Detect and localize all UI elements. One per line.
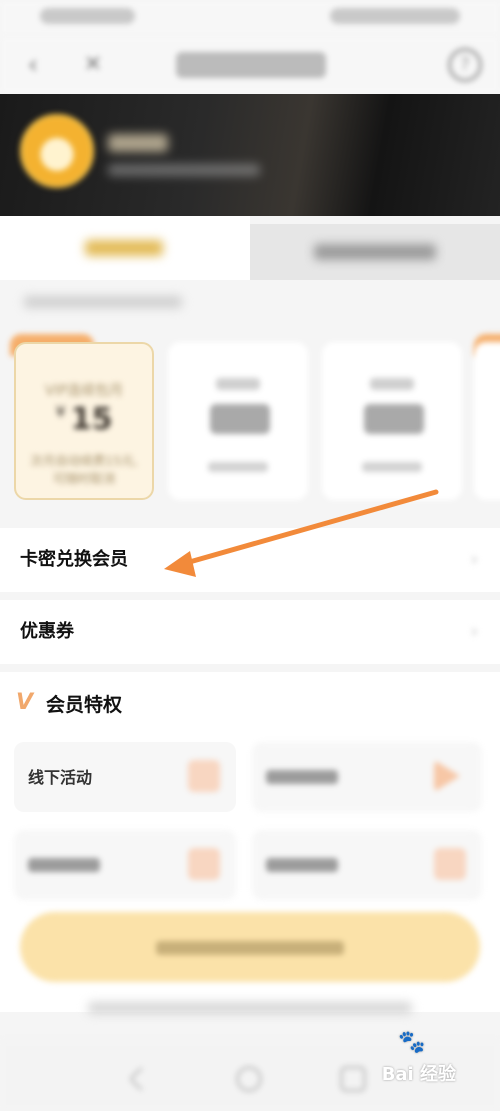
plan-hint-text xyxy=(24,296,182,308)
page-title xyxy=(176,52,326,78)
plan-price: ¥ 15 xyxy=(16,402,152,437)
recent-apps-icon[interactable] xyxy=(340,1066,366,1092)
calendar-icon xyxy=(434,848,466,880)
coupon-label: 优惠券 xyxy=(20,621,74,642)
plan-cards: VIP连续包月 ¥ 15 次月自动续费15元, 可随时取消 xyxy=(0,334,500,514)
status-time xyxy=(40,8,135,24)
plan-note-line2: 可随时取消 xyxy=(52,471,116,486)
home-nav-icon[interactable] xyxy=(236,1066,262,1092)
status-icons xyxy=(330,8,460,24)
privileges-title: 会员特权 xyxy=(46,694,123,716)
tab-other-membership[interactable] xyxy=(250,224,500,280)
price-amount: 15 xyxy=(70,402,113,437)
tab-vip[interactable] xyxy=(0,216,250,280)
plan-note: 次月自动续费15元, 可随时取消 xyxy=(22,452,146,488)
purchase-button[interactable] xyxy=(20,912,480,982)
purchase-button-label xyxy=(156,941,344,955)
plan-2-title xyxy=(216,378,260,390)
watermark: Bai 经验 xyxy=(381,1064,456,1085)
chevron-right-icon: › xyxy=(470,621,478,642)
privilege-offline-events[interactable]: 线下活动 xyxy=(14,742,236,812)
privilege-tile-4[interactable] xyxy=(252,830,482,900)
plan-title: VIP连续包月 xyxy=(44,383,124,399)
plan-3-price xyxy=(364,404,424,434)
profile-banner xyxy=(0,94,500,216)
privilege-tile-2[interactable] xyxy=(252,742,482,812)
card-redeem-row[interactable]: 卡密兑换会员 › xyxy=(0,528,500,592)
price-currency: ¥ xyxy=(55,402,66,421)
nav-bar: ‹ ✕ ? xyxy=(0,36,500,94)
privilege-label-placeholder xyxy=(266,858,338,872)
plan-card-2[interactable] xyxy=(168,342,308,500)
gift-icon xyxy=(188,848,220,880)
privilege-label: 线下活动 xyxy=(28,768,93,787)
user-subtitle xyxy=(108,164,260,176)
plan-2-price xyxy=(210,404,270,434)
plan-note-line1: 次月自动续费15元, xyxy=(30,453,138,468)
privilege-label-placeholder xyxy=(266,770,338,784)
privilege-tile-3[interactable] xyxy=(14,830,236,900)
membership-tabs xyxy=(0,216,500,280)
avatar[interactable] xyxy=(20,114,94,188)
play-icon xyxy=(434,760,460,792)
plan-2-note xyxy=(208,462,268,472)
plan-3-note xyxy=(362,462,422,472)
paw-icon: 🐾 xyxy=(398,1030,426,1055)
coupon-row[interactable]: 优惠券 › xyxy=(0,600,500,664)
agreement-text[interactable] xyxy=(88,1002,412,1014)
calendar-icon xyxy=(188,760,220,792)
status-bar xyxy=(0,0,500,36)
tab-other-label xyxy=(314,244,436,260)
plan-3-title xyxy=(370,378,414,390)
card-redeem-label: 卡密兑换会员 xyxy=(20,549,128,570)
plan-card-4[interactable] xyxy=(474,342,500,500)
plan-card-3[interactable] xyxy=(322,342,462,500)
privilege-label-placeholder xyxy=(28,858,100,872)
back-nav-icon[interactable] xyxy=(128,1066,154,1092)
vip-logo-icon: V xyxy=(16,690,34,715)
plan-card-monthly[interactable]: VIP连续包月 ¥ 15 次月自动续费15元, 可随时取消 xyxy=(14,342,154,500)
help-icon[interactable]: ? xyxy=(448,48,482,82)
close-icon[interactable]: ✕ xyxy=(78,50,108,80)
user-name xyxy=(108,134,168,152)
chevron-right-icon: › xyxy=(470,549,478,570)
tab-vip-label xyxy=(85,240,163,256)
back-arrow-icon[interactable]: ‹ xyxy=(18,50,48,80)
